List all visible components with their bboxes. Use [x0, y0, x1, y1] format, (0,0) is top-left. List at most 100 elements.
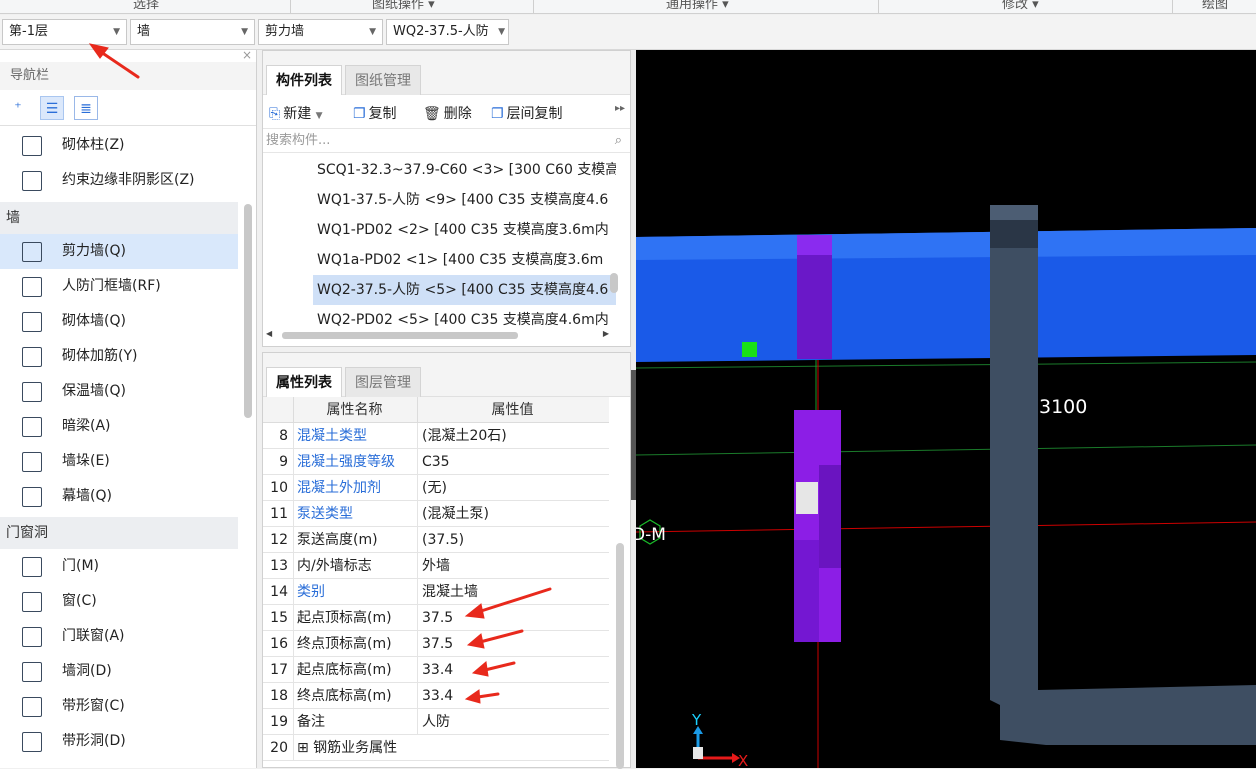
close-icon[interactable]: × [242, 48, 252, 62]
3d-viewport[interactable]: 3100 D-M X Y [636, 50, 1256, 768]
property-value[interactable]: 混凝土墙 [417, 579, 607, 605]
l-wall-cap [990, 220, 1038, 248]
property-row[interactable]: 12 泵送高度(m) (37.5) [263, 527, 609, 553]
nav-item-label: 人防门框墙(RF) [62, 278, 161, 294]
nav-scrollbar[interactable] [244, 204, 252, 418]
scroll-left-icon[interactable]: ◀ [266, 329, 272, 338]
chevron-down-icon: ▼ [498, 27, 505, 37]
scroll-right-icon[interactable]: ▶ [603, 329, 609, 338]
nav-item-masonry-column[interactable]: 砌体柱(Z) [0, 128, 238, 163]
delete-button[interactable]: 🗑 删除 [423, 103, 472, 123]
nav-item-edge-zone[interactable]: 约束边缘非阴影区(Z) [0, 163, 238, 198]
property-value[interactable]: (无) [417, 475, 607, 501]
ribbon-group-select[interactable]: 选择 [133, 0, 159, 12]
property-row[interactable]: 19 备注 人防 [263, 709, 609, 735]
nav-item-masonry-reinforcement[interactable]: 砌体加筋(Y) [0, 339, 238, 374]
detail-view-icon[interactable]: ≣ [74, 96, 98, 120]
add-icon[interactable]: ⁺ [6, 96, 30, 120]
nav-item-wall-pier[interactable]: 墙垛(E) [0, 444, 238, 479]
property-row[interactable]: 17 起点底标高(m) 33.4 [263, 657, 609, 683]
property-value[interactable]: C35 [417, 449, 607, 475]
category-select[interactable]: 墙 ▼ [130, 19, 255, 45]
copy-button[interactable]: ❐ 复制 [353, 103, 397, 123]
more-icon[interactable]: ▸▸ [615, 103, 625, 114]
property-row-number: 11 [270, 506, 288, 522]
property-row[interactable]: 8 混凝土类型 (混凝土20石) [263, 423, 609, 449]
nav-item-door-window[interactable]: 门联窗(A) [0, 619, 238, 654]
list-item[interactable]: WQ1-37.5-人防 <9> [400 C35 支模高度4.6 [313, 185, 616, 215]
grid-line-green [636, 361, 1256, 369]
ribbon-group-draw[interactable]: 绘图 [1202, 0, 1228, 12]
tab-property-list[interactable]: 属性列表 [266, 367, 342, 397]
component-list-hscroll[interactable]: ◀ ▶ [266, 329, 611, 341]
nav-category-wall[interactable]: 墙 [0, 202, 238, 234]
list-item[interactable]: WQ1a-PD02 <1> [400 C35 支模高度3.6m [313, 245, 616, 275]
new-button[interactable]: ⎘ 新建 ▼ [269, 103, 323, 123]
tab-component-list[interactable]: 构件列表 [266, 65, 342, 95]
ribbon-divider [533, 0, 534, 13]
nav-item-civil-defense-frame-wall[interactable]: 人防门框墙(RF) [0, 269, 238, 304]
property-row[interactable]: 10 混凝土外加剂 (无) [263, 475, 609, 501]
property-row-number: 18 [270, 688, 288, 704]
property-row[interactable]: 20 ⊞ 钢筋业务属性 [263, 735, 609, 761]
hscroll-thumb[interactable] [282, 332, 518, 339]
property-row[interactable]: 13 内/外墙标志 外墙 [263, 553, 609, 579]
ribbon-group-drawing-ops[interactable]: 图纸操作 ▾ [372, 0, 435, 12]
ribbon-group-modify[interactable]: 修改 ▾ [1002, 0, 1039, 12]
ribbon-divider [290, 0, 291, 13]
property-value[interactable]: (混凝土20石) [417, 423, 607, 449]
nav-item-window[interactable]: 窗(C) [0, 584, 238, 619]
nav-item-insulation-wall[interactable]: 保温墙(Q) [0, 374, 238, 409]
nav-item-hidden-beam[interactable]: 暗梁(A) [0, 409, 238, 444]
property-value[interactable]: 外墙 [417, 553, 607, 579]
type-select[interactable]: 剪力墙 ▼ [258, 19, 383, 45]
floor-select[interactable]: 第-1层 ▼ [2, 19, 127, 45]
tab-drawing-management[interactable]: 图纸管理 [345, 65, 421, 95]
nav-item-wall-hole[interactable]: 墙洞(D) [0, 654, 238, 689]
floor-copy-button[interactable]: ❐ 层间复制 [491, 103, 563, 123]
list-item[interactable]: WQ2-PD02 <5> [400 C35 支模高度4.6m内 [313, 305, 616, 331]
component-list-panel: × 构件列表 图纸管理 ⎘新建 ▼ ❐复制 🗑删除 ❐层间复制 ▸▸ 搜索构件.… [262, 50, 631, 347]
property-name: 泵送类型 [293, 501, 415, 527]
property-row[interactable]: 18 终点底标高(m) 33.4 [263, 683, 609, 709]
property-row[interactable]: 15 起点顶标高(m) 37.5 [263, 605, 609, 631]
list-item[interactable]: WQ1-PD02 <2> [400 C35 支模高度3.6m内 [313, 215, 616, 245]
property-row[interactable]: 16 终点顶标高(m) 37.5 [263, 631, 609, 657]
property-value[interactable]: 33.4 [417, 683, 607, 709]
nav-item-shear-wall[interactable]: 剪力墙(Q) [0, 234, 238, 269]
component-list-vscroll[interactable] [610, 273, 618, 293]
property-name: 终点顶标高(m) [293, 631, 415, 657]
y-axis-label: Y [691, 711, 702, 729]
nav-item-strip-hole[interactable]: 带形洞(D) [0, 724, 238, 759]
property-value[interactable]: 33.4 [417, 657, 607, 683]
nav-item-masonry-wall[interactable]: 砌体墙(Q) [0, 304, 238, 339]
list-item-selected[interactable]: WQ2-37.5-人防 <5> [400 C35 支模高度4.6 [313, 275, 616, 305]
nav-item-curtain-wall[interactable]: 幕墙(Q) [0, 479, 238, 514]
property-row[interactable]: 11 泵送类型 (混凝土泵) [263, 501, 609, 527]
property-value[interactable]: 37.5 [417, 605, 607, 631]
property-scrollbar[interactable] [616, 543, 624, 769]
nav-item-label: 门联窗(A) [62, 628, 125, 644]
property-value[interactable]: (混凝土泵) [417, 501, 607, 527]
tab-layer-management[interactable]: 图层管理 [345, 367, 421, 397]
ribbon-group-common-ops[interactable]: 通用操作 ▾ [666, 0, 729, 12]
selector-bar: 第-1层 ▼ 墙 ▼ 剪力墙 ▼ WQ2-37.5-人防 ▼ [0, 15, 1256, 50]
list-view-icon[interactable]: ☰ [40, 96, 64, 120]
property-value[interactable]: 人防 [417, 709, 607, 735]
property-value[interactable]: 37.5 [417, 631, 607, 657]
trash-icon: 🗑 [423, 106, 441, 122]
nav-category-openings[interactable]: 门窗洞 [0, 517, 238, 549]
list-item[interactable]: SCQ1-32.3~37.9-C60 <3> [300 C60 支模高度 [313, 155, 616, 185]
property-value[interactable]: (37.5) [417, 527, 607, 553]
property-row[interactable]: 9 混凝土强度等级 C35 [263, 449, 609, 475]
component-select[interactable]: WQ2-37.5-人防 ▼ [386, 19, 509, 45]
grid-line-red [636, 521, 1256, 533]
edge-zone-icon [22, 171, 42, 191]
viewport-canvas: 3100 D-M X Y [636, 205, 1256, 768]
nav-item-door[interactable]: 门(M) [0, 549, 238, 584]
component-search-input[interactable]: 搜索构件... ⌕ [263, 129, 630, 153]
nav-item-strip-window[interactable]: 带形窗(C) [0, 689, 238, 724]
property-table-header: 属性名称 属性值 [263, 397, 609, 423]
property-row[interactable]: 14 类别 混凝土墙 [263, 579, 609, 605]
floor-copy-icon: ❐ [491, 106, 504, 122]
